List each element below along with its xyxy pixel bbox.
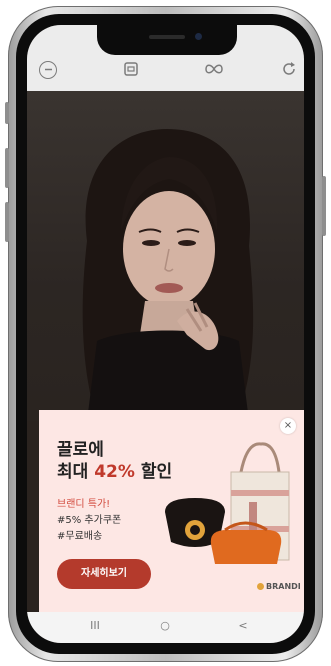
portrait-illustration — [82, 129, 254, 421]
side-button-left-3 — [5, 202, 9, 242]
ad-subtext-special: 브랜디 특가! — [57, 499, 111, 510]
brand-logo-icon — [257, 583, 264, 590]
speaker-grille — [149, 35, 185, 39]
system-navbar: III ○ < — [27, 612, 304, 643]
square-icon[interactable] — [122, 61, 140, 79]
ad-subtext-shipping: #무료배송 — [57, 531, 103, 542]
bags-illustration — [165, 442, 290, 564]
ad-headline-prefix: 최대 — [57, 462, 95, 482]
ad-banner[interactable]: × 끌로에 최대 42% 할인 브랜디 특가! #5% 추가쿠폰 #무료배송 자… — [39, 410, 304, 612]
back-button[interactable]: < — [233, 619, 253, 632]
side-button-left — [5, 102, 9, 124]
brand-logo-label: BRANDI — [266, 582, 301, 591]
minus-circle-icon[interactable] — [39, 61, 57, 79]
side-button-right — [322, 176, 326, 236]
refresh-icon[interactable] — [280, 61, 298, 79]
infinity-icon[interactable] — [203, 61, 225, 79]
phone-screen: × 끌로에 최대 42% 할인 브랜디 특가! #5% 추가쿠폰 #무료배송 자… — [27, 25, 304, 643]
front-camera — [195, 33, 202, 40]
model-photo — [27, 91, 304, 421]
see-details-button[interactable]: 자세히보기 — [57, 559, 151, 589]
home-button[interactable]: ○ — [155, 619, 175, 632]
phone-notch — [97, 25, 237, 55]
side-button-left-2 — [5, 148, 9, 188]
recent-apps-button[interactable]: III — [85, 619, 105, 632]
ad-subtext-coupon: #5% 추가쿠폰 — [57, 515, 122, 526]
brand-logo: BRANDI — [257, 582, 301, 591]
ad-discount-percent: 42% — [94, 462, 135, 482]
